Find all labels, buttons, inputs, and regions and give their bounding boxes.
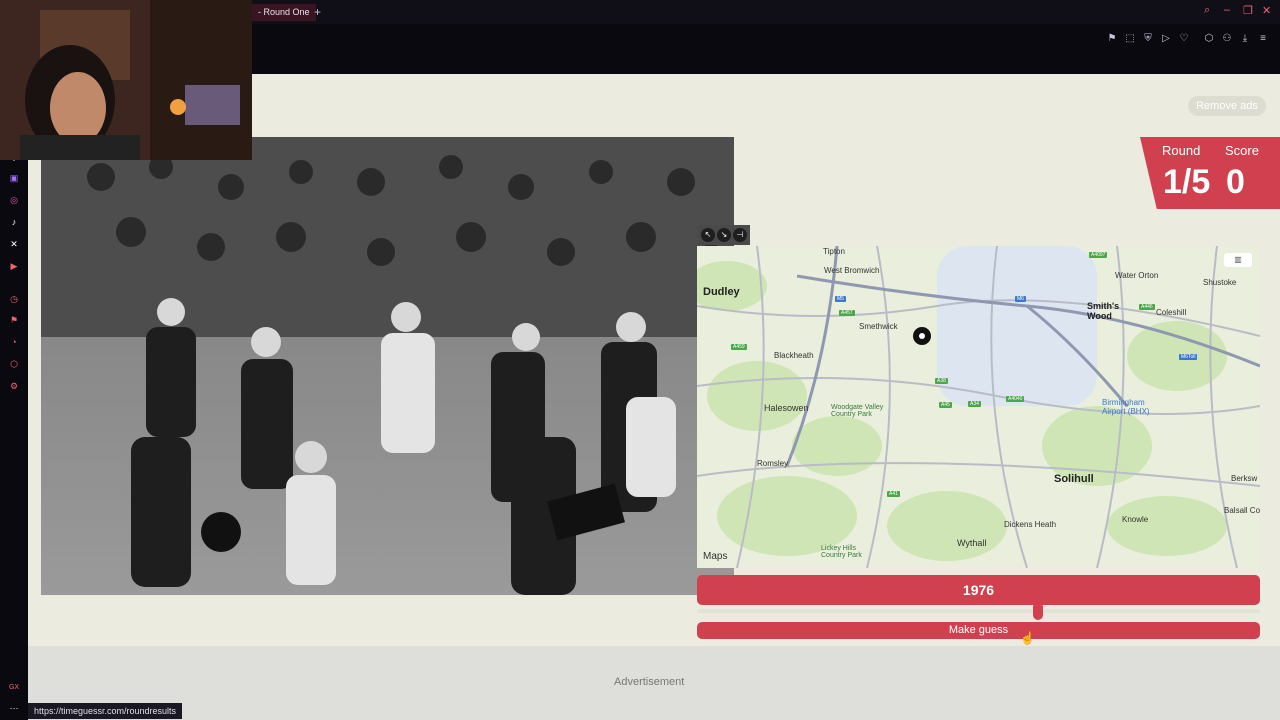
- road-badge: M6: [1015, 296, 1026, 302]
- place-label: Shustoke: [1203, 278, 1237, 287]
- gx-logo-icon[interactable]: GX: [8, 682, 20, 694]
- heart-icon[interactable]: ♡: [1178, 33, 1190, 45]
- park-label: Woodgate Valley Country Park: [831, 404, 884, 418]
- extensions-sidebar-icon[interactable]: ⬡: [8, 358, 20, 370]
- place-label: Balsall Co: [1224, 506, 1260, 515]
- advertisement-label: Advertisement: [614, 676, 685, 688]
- year-slider-track[interactable]: [697, 609, 1260, 613]
- map-controls: ↖ ↘ ⊣: [698, 225, 750, 245]
- close-icon[interactable]: ✕: [1262, 4, 1271, 17]
- place-label: Water Orton: [1115, 271, 1159, 280]
- history-icon[interactable]: ◔: [8, 336, 20, 348]
- pin-map-icon[interactable]: ⊣: [733, 228, 747, 242]
- road-badge: A34: [968, 401, 981, 407]
- make-guess-button[interactable]: Make guess: [697, 622, 1260, 639]
- airport-label: Birmingham Airport (BHX): [1102, 398, 1150, 416]
- profile-icon[interactable]: ⚇: [1221, 33, 1233, 45]
- more-options-icon[interactable]: ···: [8, 702, 20, 714]
- tiktok-icon[interactable]: ♪: [8, 216, 20, 228]
- road-badge: A45: [939, 402, 952, 408]
- restore-icon[interactable]: ❐: [1243, 4, 1253, 17]
- new-tab-button[interactable]: +: [314, 4, 321, 20]
- road-badge: A459: [731, 344, 747, 350]
- expand-map-icon[interactable]: ↖: [701, 228, 715, 242]
- place-label: Wythall: [957, 538, 987, 548]
- shield-icon[interactable]: ⛨: [1142, 33, 1154, 45]
- play-icon[interactable]: ▷: [1160, 33, 1172, 45]
- road-badge: A4040: [1006, 396, 1025, 402]
- guess-map[interactable]: Tipton Dudley West Bromwich Water Orton …: [697, 246, 1260, 568]
- pointer-cursor-icon: ☝: [1020, 631, 1035, 645]
- place-label: Romsley: [757, 459, 789, 468]
- place-label: Dickens Heath: [1004, 520, 1057, 529]
- round-value: 1/5: [1163, 163, 1211, 201]
- maps-attribution: Maps: [703, 551, 728, 562]
- bookmark-sidebar-icon[interactable]: ⚑: [8, 314, 20, 326]
- download-icon[interactable]: ⤓: [1239, 33, 1251, 45]
- minimize-icon[interactable]: –: [1224, 4, 1230, 16]
- place-label: Halesowen: [764, 403, 809, 413]
- score-value: 0: [1226, 163, 1245, 201]
- place-label: Smethwick: [859, 322, 898, 331]
- remove-ads-button[interactable]: Remove ads: [1188, 96, 1266, 116]
- menu-icon[interactable]: ≡: [1257, 33, 1269, 45]
- place-label: Knowle: [1122, 515, 1149, 524]
- road-badge: M5: [835, 296, 846, 302]
- round-label: Round: [1162, 143, 1201, 158]
- round-score-panel: Round Score 1/5 0: [1140, 137, 1280, 209]
- instagram-icon[interactable]: ◎: [8, 194, 20, 206]
- place-label-major: Dudley: [703, 286, 740, 298]
- place-label: Blackheath: [774, 351, 814, 360]
- place-label-medium: Smith's Wood: [1087, 301, 1120, 321]
- place-label-major: Solihull: [1054, 473, 1094, 485]
- status-bar-url: https://timeguessr.com/roundresults: [28, 703, 183, 719]
- park-label: Lickey Hills Country Park: [821, 545, 862, 559]
- road-badge: A4097: [1089, 252, 1108, 258]
- bookmark-icon[interactable]: ⚑: [1106, 33, 1118, 45]
- twitch-icon[interactable]: ▣: [8, 172, 20, 184]
- place-label: Coleshill: [1156, 308, 1187, 317]
- extensions-icon[interactable]: ⬡: [1203, 33, 1215, 45]
- place-label: West Bromwich: [824, 266, 880, 275]
- place-label: Berksw: [1231, 474, 1258, 483]
- clock-icon[interactable]: ◷: [8, 293, 20, 305]
- tab-round-one[interactable]: - Round One: [252, 4, 316, 21]
- road-badge: A457: [839, 310, 855, 316]
- streamer-webcam-image: [0, 0, 252, 160]
- youtube-icon[interactable]: ▶: [8, 260, 20, 272]
- road-badge: A41: [887, 491, 900, 497]
- year-slider-thumb[interactable]: [1033, 602, 1043, 620]
- road-badge: A446: [1139, 304, 1155, 310]
- browser-sidebar: · ▣ ◎ ♪ ✕ ▶ ◷ ⚑ ◔ ⬡ ⚙ GX ···: [0, 74, 28, 720]
- settings-icon[interactable]: ⚙: [8, 380, 20, 392]
- road-badge: A38: [935, 378, 948, 384]
- road-badge: M6Toll: [1179, 354, 1198, 360]
- crowd-photo-image: [41, 137, 734, 595]
- shrink-map-icon[interactable]: ↘: [717, 228, 731, 242]
- map-type-icon[interactable]: ▥: [1224, 253, 1252, 267]
- year-display: 1976: [697, 575, 1260, 605]
- snapshot-icon[interactable]: ⬚: [1124, 33, 1136, 45]
- round-photo[interactable]: [41, 137, 734, 595]
- place-label: Tipton: [823, 247, 845, 256]
- score-label: Score: [1225, 143, 1259, 158]
- x-icon[interactable]: ✕: [8, 238, 20, 250]
- webcam-overlay: [0, 0, 252, 160]
- search-icon[interactable]: ⌕: [1204, 4, 1210, 17]
